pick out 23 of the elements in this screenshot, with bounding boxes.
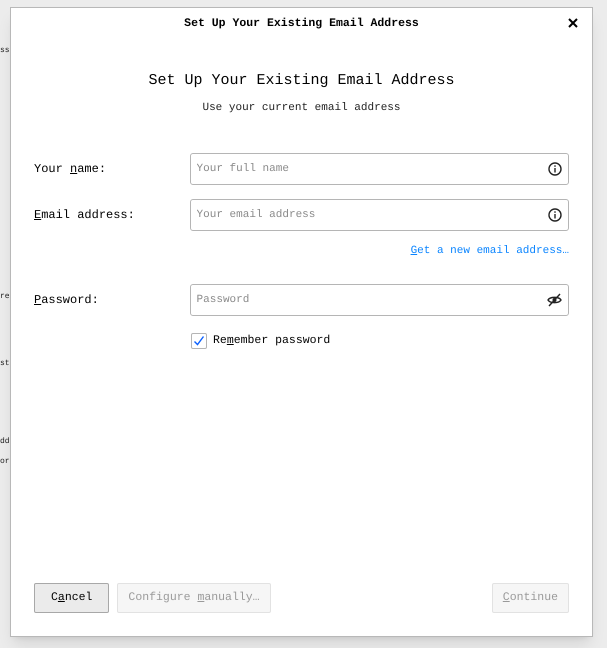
password-field[interactable]: Password: [190, 284, 569, 316]
background-text: ss: [0, 45, 10, 57]
field-label: Email address:: [34, 206, 136, 224]
dialog-button[interactable]: Cancel: [34, 583, 110, 613]
window-title: Set Up Your Existing Email Address: [184, 16, 419, 32]
background-text: re: [0, 291, 10, 303]
info-icon[interactable]: [548, 208, 562, 222]
dialog-heading: Set Up Your Existing Email Address: [148, 71, 455, 91]
background-text: dd: [0, 436, 10, 448]
info-icon[interactable]: [548, 162, 562, 176]
close-button[interactable]: [566, 16, 580, 30]
checkbox-label: Remember password: [213, 333, 330, 349]
new-email-link[interactable]: Get a new email address…: [410, 242, 569, 259]
background-text: or: [0, 456, 10, 468]
dialog-subheading: Use your current email address: [202, 101, 401, 116]
checkbox[interactable]: [191, 332, 207, 349]
text-field[interactable]: Your full name: [190, 152, 569, 184]
field-label: Password:: [34, 292, 100, 309]
hidden-eye-icon[interactable]: [547, 293, 562, 307]
text-field[interactable]: Your email address: [190, 198, 569, 230]
close-icon: [568, 18, 578, 28]
field-label: Your name:: [34, 160, 108, 178]
background-text: st: [0, 358, 10, 370]
